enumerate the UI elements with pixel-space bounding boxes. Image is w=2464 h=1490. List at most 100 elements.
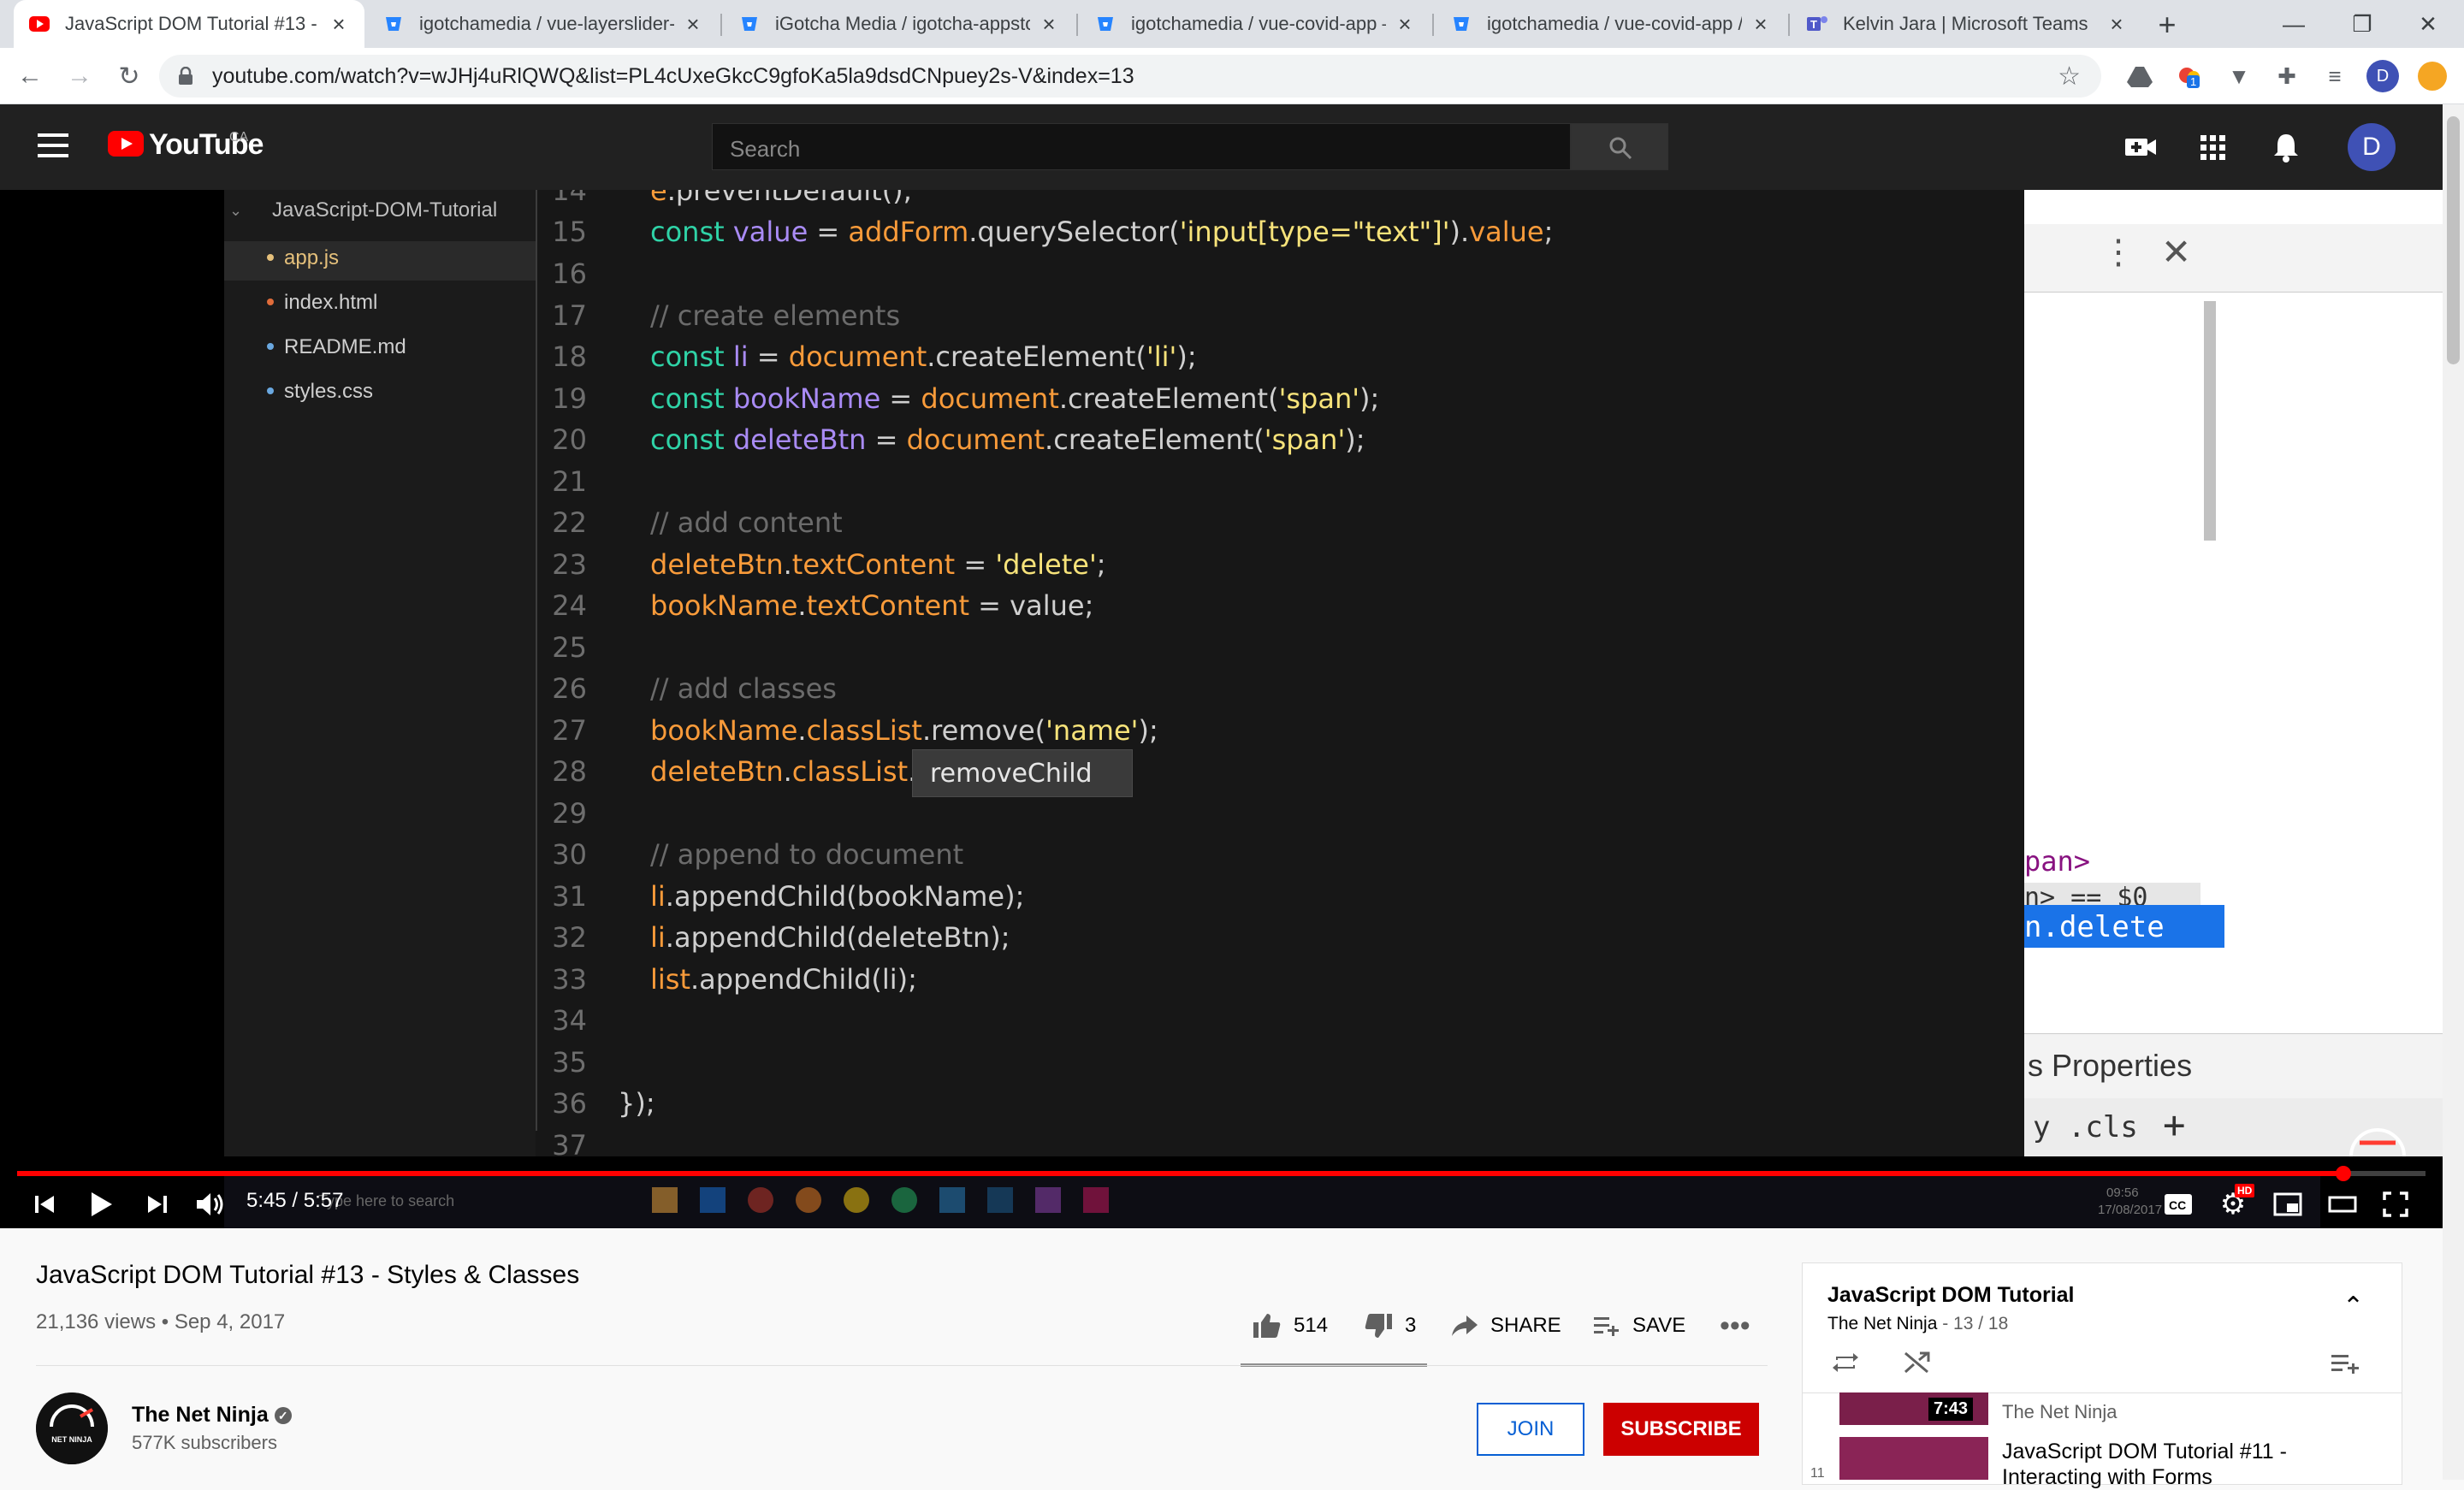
playlist-item-thumbnail[interactable] [1839, 1437, 1988, 1480]
volume-icon[interactable] [192, 1185, 229, 1223]
line-number: 14 [552, 190, 587, 207]
page-scrollbar-thumb[interactable] [2447, 116, 2460, 364]
shuffle-icon[interactable] [1903, 1350, 1932, 1380]
next-icon[interactable] [139, 1185, 176, 1223]
captions-icon[interactable]: CC [2159, 1185, 2197, 1223]
tab-separator [1432, 14, 1434, 36]
code-line: bookName.textContent = value; [650, 589, 1094, 622]
extension-icon[interactable]: 1 [2175, 62, 2204, 91]
close-window-icon[interactable]: ✕ [2392, 0, 2464, 48]
properties-tab[interactable]: s Properties [2024, 1033, 2443, 1098]
autocomplete-suggestion[interactable]: removeChild [912, 749, 1133, 797]
hamburger-menu-icon[interactable] [38, 133, 68, 159]
country-code: CA [229, 130, 249, 145]
file-item: app.js [267, 246, 339, 270]
fullscreen-icon[interactable] [2377, 1185, 2414, 1223]
line-number: 19 [552, 382, 587, 415]
playlist-menu-icon[interactable] [2331, 1351, 2361, 1380]
close-devtools-icon[interactable]: ✕ [2161, 231, 2191, 273]
notifications-bell-icon[interactable] [2269, 130, 2303, 164]
photoshop-icon [987, 1187, 1013, 1213]
collapse-chevron-icon[interactable]: ⌃ [2343, 1292, 2364, 1321]
search-button[interactable] [1571, 123, 1668, 170]
verified-check-icon: ✓ [274, 1407, 292, 1425]
playlist-title[interactable]: JavaScript DOM Tutorial [1827, 1283, 2075, 1308]
firefox-icon [796, 1187, 821, 1213]
file-explorer-icon [652, 1187, 678, 1213]
close-tab-icon[interactable]: × [1750, 11, 1771, 38]
svg-text:CC: CC [2169, 1198, 2186, 1212]
share-button[interactable]: SHARE [1451, 1309, 1561, 1343]
devtools-toolbar: ⋮ ✕ [2024, 224, 2443, 293]
create-video-icon[interactable] [2123, 130, 2158, 164]
channel-avatar[interactable]: NET NINJA [36, 1392, 108, 1464]
close-tab-icon[interactable]: × [329, 11, 349, 38]
media-queue-icon[interactable]: ≡ [2320, 62, 2349, 91]
video-player[interactable]: ⌄ JavaScript-DOM-Tutorial app.js index.h… [0, 190, 2443, 1228]
browser-tab[interactable]: igotchamedia / vue-covid-app / × [1436, 0, 1786, 48]
apps-grid-icon[interactable] [2195, 130, 2230, 164]
code-line: const bookName = document.createElement(… [650, 382, 1380, 415]
dislike-button[interactable]: 3 [1364, 1309, 1416, 1343]
bookmark-star-icon[interactable]: ☆ [2058, 62, 2081, 92]
bitbucket-icon [1451, 14, 1472, 34]
theater-mode-icon[interactable] [2324, 1185, 2361, 1223]
taskbar-date: 17/08/2017 [2098, 1203, 2163, 1217]
line-number: 36 [552, 1087, 587, 1120]
minimize-icon[interactable]: — [2255, 0, 2332, 48]
new-tab-button[interactable]: + [2149, 7, 2185, 43]
browser-tab[interactable]: iGotcha Media / igotcha-appsto × [724, 0, 1075, 48]
drive-icon[interactable] [2125, 62, 2154, 91]
share-arrow-icon [1452, 1316, 1478, 1336]
browser-tab[interactable]: igotchamedia / vue-covid-app — × [1080, 0, 1430, 48]
devtools-scrollbar[interactable] [2204, 301, 2216, 541]
reload-icon[interactable]: ↻ [111, 58, 147, 94]
previous-icon[interactable] [26, 1185, 63, 1223]
restore-icon[interactable]: ❐ [2324, 0, 2401, 48]
add-style-icon[interactable]: + [2163, 1103, 2186, 1147]
url-text: youtube.com/watch?v=wJHj4uRlQWQ&list=PL4… [212, 64, 1134, 88]
close-tab-icon[interactable]: × [1039, 11, 1059, 38]
forward-icon[interactable]: → [62, 58, 98, 94]
close-tab-icon[interactable]: × [683, 11, 703, 38]
more-options-icon[interactable]: ⋮ [2101, 233, 2135, 272]
close-tab-icon[interactable]: × [2106, 11, 2127, 38]
vee-icon[interactable]: ▼ [2224, 62, 2254, 91]
video-views-date: 21,136 views • Sep 4, 2017 [36, 1310, 286, 1333]
dom-node-text: pan> [2024, 845, 2091, 878]
bitbucket-icon [739, 14, 760, 34]
account-avatar[interactable]: D [2348, 123, 2396, 171]
progress-played [17, 1171, 2343, 1176]
line-number: 15 [552, 216, 587, 248]
address-bar[interactable]: youtube.com/watch?v=wJHj4uRlQWQ&list=PL4… [159, 55, 2101, 98]
lock-icon [178, 66, 193, 90]
youtube-logo-icon[interactable] [108, 131, 144, 157]
ninja-watermark-icon [2348, 1126, 2408, 1164]
channel-name[interactable]: The Net Ninja ✓ [132, 1403, 292, 1428]
more-actions-icon[interactable]: ••• [1720, 1309, 1750, 1343]
browser-tab[interactable]: T Kelvin Jara | Microsoft Teams × [1792, 0, 2142, 48]
loop-icon[interactable] [1831, 1350, 1860, 1380]
selected-selector[interactable]: n.delete [2024, 905, 2224, 948]
devtools-panel [2024, 190, 2443, 1156]
js-file-icon [267, 254, 274, 261]
update-icon[interactable] [2418, 62, 2447, 91]
like-button[interactable]: 514 [1253, 1309, 1328, 1343]
browser-tab[interactable]: igotchamedia / vue-layerslider-a × [368, 0, 719, 48]
puzzle-icon[interactable]: ✚ [2272, 62, 2301, 91]
browser-tab-youtube[interactable]: JavaScript DOM Tutorial #13 - St × [14, 0, 364, 48]
subscribe-button[interactable]: SUBSCRIBE [1603, 1403, 1759, 1456]
back-icon[interactable]: ← [12, 58, 48, 94]
profile-avatar[interactable]: D [2366, 60, 2399, 92]
playlist-item-title[interactable]: JavaScript DOM Tutorial #11 - Interactin… [2002, 1439, 2378, 1490]
section-divider [36, 1365, 1768, 1366]
close-tab-icon[interactable]: × [1395, 11, 1415, 38]
play-icon[interactable] [82, 1185, 120, 1223]
code-line: e.preventDefault(); [650, 190, 913, 207]
folder-name: JavaScript-DOM-Tutorial [272, 198, 498, 222]
miniplayer-icon[interactable] [2269, 1185, 2307, 1223]
save-button[interactable]: SAVE [1593, 1309, 1685, 1343]
join-button[interactable]: JOIN [1477, 1403, 1584, 1456]
search-input[interactable]: Search [712, 123, 1571, 170]
progress-scrubber[interactable] [2336, 1166, 2351, 1181]
